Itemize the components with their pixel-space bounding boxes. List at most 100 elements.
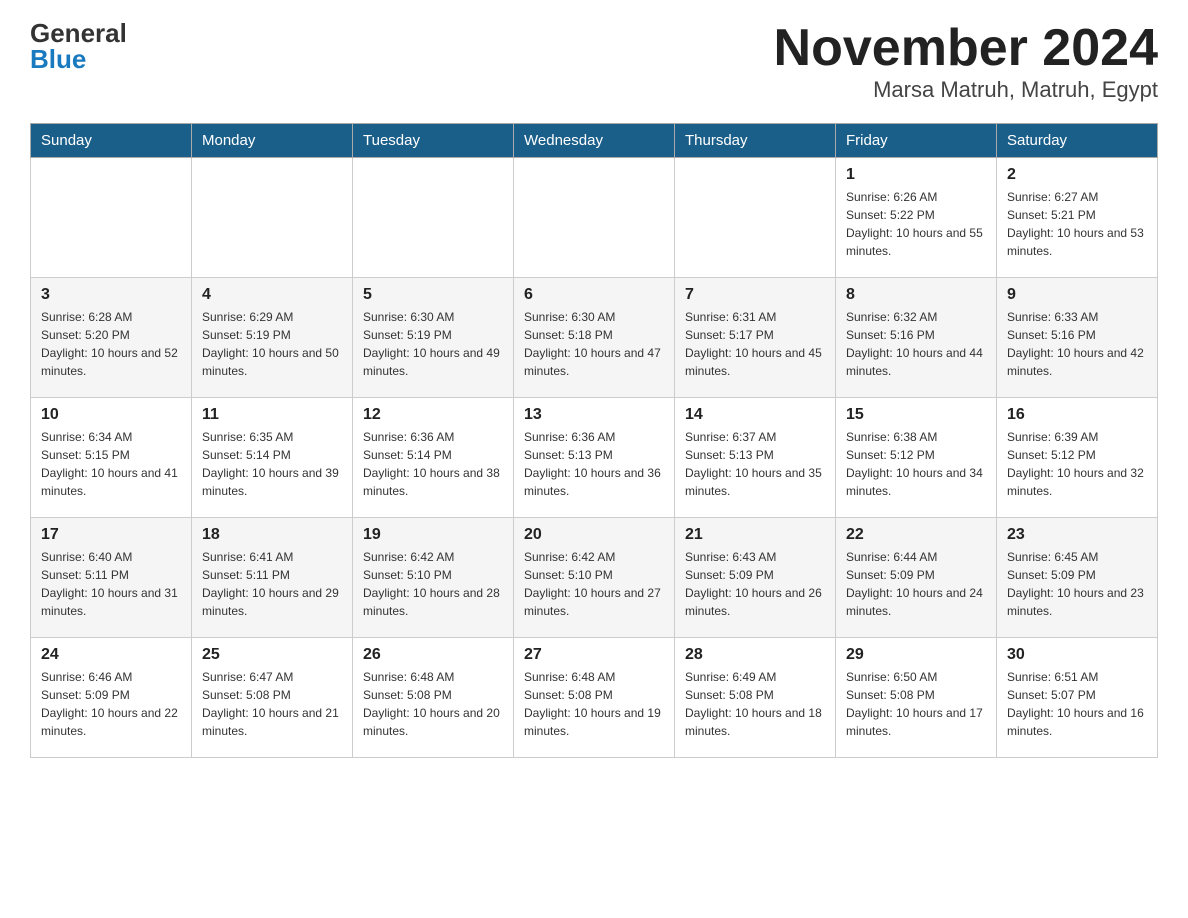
day-number: 17	[41, 526, 181, 544]
day-number: 4	[202, 286, 342, 304]
day-number: 25	[202, 646, 342, 664]
day-info: Sunrise: 6:48 AM Sunset: 5:08 PM Dayligh…	[363, 668, 503, 740]
days-of-week-row: SundayMondayTuesdayWednesdayThursdayFrid…	[31, 124, 1158, 158]
day-info: Sunrise: 6:30 AM Sunset: 5:19 PM Dayligh…	[363, 308, 503, 380]
day-number: 7	[685, 286, 825, 304]
calendar-week-row: 10 Sunrise: 6:34 AM Sunset: 5:15 PM Dayli…	[31, 398, 1158, 518]
calendar-day-cell: 21 Sunrise: 6:43 AM Sunset: 5:09 PM Dayli…	[675, 518, 836, 638]
calendar-day-cell: 27 Sunrise: 6:48 AM Sunset: 5:08 PM Dayli…	[514, 638, 675, 758]
day-info: Sunrise: 6:29 AM Sunset: 5:19 PM Dayligh…	[202, 308, 342, 380]
calendar-day-cell: 2Sunrise: 6:27 AM Sunset: 5:21 PM Daylig…	[997, 158, 1158, 278]
day-info: Sunrise: 6:41 AM Sunset: 5:11 PM Dayligh…	[202, 548, 342, 620]
day-info: Sunrise: 6:43 AM Sunset: 5:09 PM Dayligh…	[685, 548, 825, 620]
calendar-day-cell: 17 Sunrise: 6:40 AM Sunset: 5:11 PM Dayli…	[31, 518, 192, 638]
day-info: Sunrise: 6:51 AM Sunset: 5:07 PM Dayligh…	[1007, 668, 1147, 740]
calendar-day-cell	[353, 158, 514, 278]
day-info: Sunrise: 6:45 AM Sunset: 5:09 PM Dayligh…	[1007, 548, 1147, 620]
day-info: Sunrise: 6:40 AM Sunset: 5:11 PM Dayligh…	[41, 548, 181, 620]
day-number: 18	[202, 526, 342, 544]
calendar-day-cell: 29 Sunrise: 6:50 AM Sunset: 5:08 PM Dayli…	[836, 638, 997, 758]
day-info: Sunrise: 6:33 AM Sunset: 5:16 PM Dayligh…	[1007, 308, 1147, 380]
day-number: 9	[1007, 286, 1147, 304]
day-number: 16	[1007, 406, 1147, 424]
calendar-day-cell: 26 Sunrise: 6:48 AM Sunset: 5:08 PM Dayli…	[353, 638, 514, 758]
day-info: Sunrise: 6:31 AM Sunset: 5:17 PM Dayligh…	[685, 308, 825, 380]
day-number: 22	[846, 526, 986, 544]
calendar-day-cell: 12 Sunrise: 6:36 AM Sunset: 5:14 PM Dayli…	[353, 398, 514, 518]
day-info: Sunrise: 6:27 AM Sunset: 5:21 PM Dayligh…	[1007, 188, 1147, 260]
calendar-day-cell: 4 Sunrise: 6:29 AM Sunset: 5:19 PM Daylig…	[192, 278, 353, 398]
calendar-day-cell: 7 Sunrise: 6:31 AM Sunset: 5:17 PM Daylig…	[675, 278, 836, 398]
day-number: 13	[524, 406, 664, 424]
day-info: Sunrise: 6:28 AM Sunset: 5:20 PM Dayligh…	[41, 308, 181, 380]
day-info: Sunrise: 6:35 AM Sunset: 5:14 PM Dayligh…	[202, 428, 342, 500]
calendar-week-row: 24Sunrise: 6:46 AM Sunset: 5:09 PM Dayli…	[31, 638, 1158, 758]
day-number: 19	[363, 526, 503, 544]
day-of-week-header: Sunday	[31, 124, 192, 158]
day-info: Sunrise: 6:47 AM Sunset: 5:08 PM Dayligh…	[202, 668, 342, 740]
day-info: Sunrise: 6:38 AM Sunset: 5:12 PM Dayligh…	[846, 428, 986, 500]
day-info: Sunrise: 6:34 AM Sunset: 5:15 PM Dayligh…	[41, 428, 181, 500]
calendar-day-cell: 25 Sunrise: 6:47 AM Sunset: 5:08 PM Dayli…	[192, 638, 353, 758]
calendar-day-cell: 19Sunrise: 6:42 AM Sunset: 5:10 PM Dayli…	[353, 518, 514, 638]
calendar-day-cell: 24Sunrise: 6:46 AM Sunset: 5:09 PM Dayli…	[31, 638, 192, 758]
calendar-day-cell: 14 Sunrise: 6:37 AM Sunset: 5:13 PM Dayli…	[675, 398, 836, 518]
day-info: Sunrise: 6:48 AM Sunset: 5:08 PM Dayligh…	[524, 668, 664, 740]
title-area: November 2024 Marsa Matruh, Matruh, Egyp…	[774, 20, 1158, 103]
calendar-day-cell	[514, 158, 675, 278]
calendar-day-cell: 30Sunrise: 6:51 AM Sunset: 5:07 PM Dayli…	[997, 638, 1158, 758]
calendar-day-cell: 8Sunrise: 6:32 AM Sunset: 5:16 PM Daylig…	[836, 278, 997, 398]
calendar-day-cell: 13 Sunrise: 6:36 AM Sunset: 5:13 PM Dayli…	[514, 398, 675, 518]
day-info: Sunrise: 6:50 AM Sunset: 5:08 PM Dayligh…	[846, 668, 986, 740]
calendar-day-cell: 16 Sunrise: 6:39 AM Sunset: 5:12 PM Dayli…	[997, 398, 1158, 518]
calendar-week-row: 1Sunrise: 6:26 AM Sunset: 5:22 PM Daylig…	[31, 158, 1158, 278]
day-of-week-header: Friday	[836, 124, 997, 158]
calendar-day-cell: 28 Sunrise: 6:49 AM Sunset: 5:08 PM Dayli…	[675, 638, 836, 758]
day-number: 10	[41, 406, 181, 424]
day-of-week-header: Wednesday	[514, 124, 675, 158]
day-info: Sunrise: 6:36 AM Sunset: 5:13 PM Dayligh…	[524, 428, 664, 500]
day-number: 6	[524, 286, 664, 304]
day-number: 27	[524, 646, 664, 664]
calendar-day-cell: 18 Sunrise: 6:41 AM Sunset: 5:11 PM Dayli…	[192, 518, 353, 638]
calendar-day-cell	[675, 158, 836, 278]
day-number: 3	[41, 286, 181, 304]
calendar-table: SundayMondayTuesdayWednesdayThursdayFrid…	[30, 123, 1158, 758]
day-number: 29	[846, 646, 986, 664]
day-info: Sunrise: 6:37 AM Sunset: 5:13 PM Dayligh…	[685, 428, 825, 500]
calendar-title: November 2024	[774, 20, 1158, 77]
day-info: Sunrise: 6:49 AM Sunset: 5:08 PM Dayligh…	[685, 668, 825, 740]
day-info: Sunrise: 6:39 AM Sunset: 5:12 PM Dayligh…	[1007, 428, 1147, 500]
calendar-day-cell: 20Sunrise: 6:42 AM Sunset: 5:10 PM Dayli…	[514, 518, 675, 638]
day-number: 26	[363, 646, 503, 664]
day-info: Sunrise: 6:30 AM Sunset: 5:18 PM Dayligh…	[524, 308, 664, 380]
logo: General Blue	[30, 20, 127, 72]
logo-general-text: General	[30, 20, 127, 46]
day-number: 24	[41, 646, 181, 664]
day-of-week-header: Saturday	[997, 124, 1158, 158]
day-of-week-header: Monday	[192, 124, 353, 158]
day-number: 14	[685, 406, 825, 424]
day-number: 11	[202, 406, 342, 424]
calendar-day-cell: 22 Sunrise: 6:44 AM Sunset: 5:09 PM Dayli…	[836, 518, 997, 638]
calendar-day-cell: 15Sunrise: 6:38 AM Sunset: 5:12 PM Dayli…	[836, 398, 997, 518]
day-info: Sunrise: 6:44 AM Sunset: 5:09 PM Dayligh…	[846, 548, 986, 620]
header: General Blue November 2024 Marsa Matruh,…	[30, 20, 1158, 103]
day-number: 28	[685, 646, 825, 664]
day-info: Sunrise: 6:36 AM Sunset: 5:14 PM Dayligh…	[363, 428, 503, 500]
day-number: 21	[685, 526, 825, 544]
calendar-day-cell: 5 Sunrise: 6:30 AM Sunset: 5:19 PM Daylig…	[353, 278, 514, 398]
day-number: 12	[363, 406, 503, 424]
calendar-week-row: 3 Sunrise: 6:28 AM Sunset: 5:20 PM Daylig…	[31, 278, 1158, 398]
day-number: 23	[1007, 526, 1147, 544]
calendar-day-cell: 23 Sunrise: 6:45 AM Sunset: 5:09 PM Dayli…	[997, 518, 1158, 638]
day-number: 20	[524, 526, 664, 544]
day-number: 5	[363, 286, 503, 304]
day-number: 1	[846, 166, 986, 184]
calendar-day-cell: 3 Sunrise: 6:28 AM Sunset: 5:20 PM Daylig…	[31, 278, 192, 398]
day-info: Sunrise: 6:32 AM Sunset: 5:16 PM Dayligh…	[846, 308, 986, 380]
calendar-subtitle: Marsa Matruh, Matruh, Egypt	[774, 77, 1158, 103]
logo-blue-text: Blue	[30, 46, 86, 72]
calendar-day-cell: 10 Sunrise: 6:34 AM Sunset: 5:15 PM Dayli…	[31, 398, 192, 518]
calendar-day-cell: 9 Sunrise: 6:33 AM Sunset: 5:16 PM Daylig…	[997, 278, 1158, 398]
